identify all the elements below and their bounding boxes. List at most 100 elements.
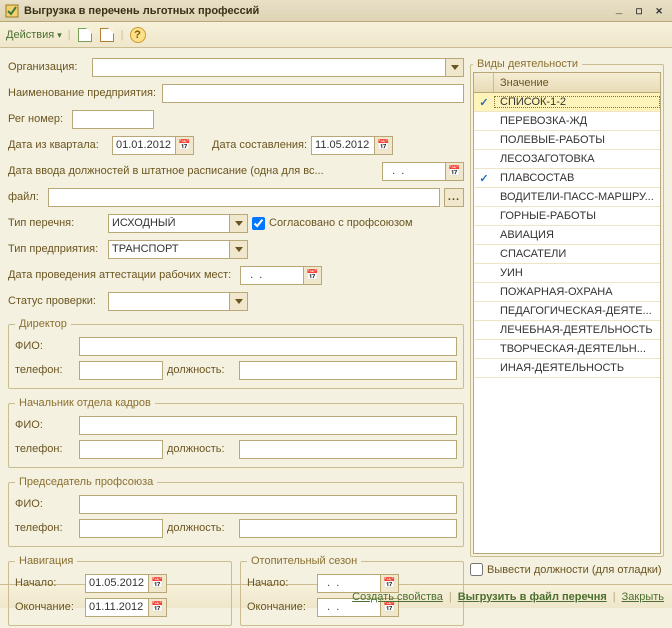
- hr-fio-input[interactable]: [79, 416, 457, 435]
- activities-row[interactable]: ПЕРЕВОЗКА-ЖД: [474, 112, 660, 131]
- activities-row[interactable]: ПОЛЕВЫЕ-РАБОТЫ: [474, 131, 660, 150]
- toolbar-icon-2[interactable]: [99, 27, 115, 43]
- director-phone-input[interactable]: [79, 361, 163, 380]
- label-reg-no: Рег номер:: [8, 113, 68, 125]
- titlebar: Выгрузка в перечень льготных профессий _…: [0, 0, 672, 22]
- hr-phone-label: телефон:: [15, 443, 75, 455]
- org-input[interactable]: [92, 58, 446, 77]
- activities-row[interactable]: ПОЖАРНАЯ-ОХРАНА: [474, 283, 660, 302]
- maximize-button[interactable]: ☐: [630, 3, 648, 19]
- activities-row[interactable]: АВИАЦИЯ: [474, 226, 660, 245]
- activities-row-check[interactable]: ✓: [474, 96, 494, 109]
- activities-row-value: ПЕРЕВОЗКА-ЖД: [494, 115, 660, 127]
- window-title: Выгрузка в перечень льготных профессий: [24, 5, 259, 17]
- hr-chief-group: Начальник отдела кадров ФИО: телефон: до…: [8, 397, 464, 468]
- toolbar-icon-1[interactable]: [77, 27, 93, 43]
- activities-row[interactable]: ЛЕЧЕБНАЯ-ДЕЯТЕЛЬНОСТЬ: [474, 321, 660, 340]
- hr-phone-input[interactable]: [79, 440, 163, 459]
- activities-row[interactable]: ✓СПИСОК-1-2: [474, 93, 660, 112]
- nav-end-label: Окончание:: [15, 601, 81, 613]
- activities-grid-header: Значение: [474, 73, 660, 93]
- file-input[interactable]: [48, 188, 440, 207]
- reg-no-input[interactable]: [72, 110, 154, 129]
- activities-row[interactable]: ИНАЯ-ДЕЯТЕЛЬНОСТЬ: [474, 359, 660, 378]
- debug-positions-checkbox[interactable]: [470, 563, 483, 576]
- activities-row[interactable]: ГОРНЫЕ-РАБОТЫ: [474, 207, 660, 226]
- label-attestation-date: Дата проведения аттестации рабочих мест:: [8, 269, 236, 281]
- navigation-group: Навигация Начало: 📅 Окончание: 📅: [8, 555, 232, 626]
- quarter-date-picker[interactable]: 📅: [176, 136, 194, 155]
- activities-header-value: Значение: [494, 77, 660, 89]
- create-properties-link[interactable]: Создать свойства: [352, 591, 443, 603]
- nav-start-input[interactable]: [85, 574, 149, 593]
- activities-row[interactable]: ПЕДАГОГИЧЕСКАЯ-ДЕЯТЕ...: [474, 302, 660, 321]
- label-compose-date: Дата составления:: [212, 139, 307, 151]
- activities-row[interactable]: ВОДИТЕЛИ-ПАСС-МАРШРУ...: [474, 188, 660, 207]
- activities-row[interactable]: ЛЕСОЗАГОТОВКА: [474, 150, 660, 169]
- activities-legend: Виды деятельности: [473, 58, 582, 70]
- check-status-dropdown[interactable]: [230, 292, 248, 311]
- activities-row-check[interactable]: ✓: [474, 172, 494, 185]
- activities-row[interactable]: ТВОРЧЕСКАЯ-ДЕЯТЕЛЬН...: [474, 340, 660, 359]
- compose-date-input[interactable]: [311, 136, 375, 155]
- union-fio-input[interactable]: [79, 495, 457, 514]
- director-position-input[interactable]: [239, 361, 457, 380]
- activities-row-value: СПИСОК-1-2: [494, 96, 660, 108]
- label-company-name: Наименование предприятия:: [8, 87, 158, 99]
- hr-chief-legend: Начальник отдела кадров: [15, 397, 155, 409]
- navigation-legend: Навигация: [15, 555, 77, 567]
- attestation-date-picker[interactable]: 📅: [304, 266, 322, 285]
- director-group: Директор ФИО: телефон: должность:: [8, 318, 464, 389]
- hr-position-input[interactable]: [239, 440, 457, 459]
- actionbar: Действия ▾ | | ?: [0, 22, 672, 48]
- activities-row-value: ПЕДАГОГИЧЕСКАЯ-ДЕЯТЕ...: [494, 305, 660, 317]
- close-button[interactable]: ✕: [650, 3, 668, 19]
- director-fio-input[interactable]: [79, 337, 457, 356]
- positions-date-picker[interactable]: 📅: [446, 162, 464, 181]
- attestation-date-input[interactable]: [240, 266, 304, 285]
- actions-menu[interactable]: Действия ▾: [6, 29, 62, 41]
- activities-grid[interactable]: Значение ✓СПИСОК-1-2ПЕРЕВОЗКА-ЖДПОЛЕВЫЕ-…: [473, 72, 661, 554]
- union-position-input[interactable]: [239, 519, 457, 538]
- activities-row-value: ЛЕЧЕБНАЯ-ДЕЯТЕЛЬНОСТЬ: [494, 324, 660, 336]
- activities-row-value: ЛЕСОЗАГОТОВКА: [494, 153, 660, 165]
- company-type-dropdown[interactable]: [230, 240, 248, 259]
- company-name-input[interactable]: [162, 84, 464, 103]
- activities-row[interactable]: ✓ПЛАВСОСТАВ: [474, 169, 660, 188]
- label-org: Организация:: [8, 61, 88, 73]
- list-type-select[interactable]: [108, 214, 230, 233]
- company-type-select[interactable]: [108, 240, 230, 259]
- activities-row-value: СПАСАТЕЛИ: [494, 248, 660, 260]
- app-icon: [4, 3, 20, 19]
- activities-row-value: ИНАЯ-ДЕЯТЕЛЬНОСТЬ: [494, 362, 660, 374]
- compose-date-picker[interactable]: 📅: [375, 136, 393, 155]
- union-phone-input[interactable]: [79, 519, 163, 538]
- org-dropdown-button[interactable]: [446, 58, 464, 77]
- list-type-dropdown[interactable]: [230, 214, 248, 233]
- nav-start-picker[interactable]: 📅: [149, 574, 167, 593]
- export-link[interactable]: Выгрузить в файл перечня: [458, 591, 607, 603]
- debug-positions-label: Вывести должности (для отладки): [487, 564, 662, 576]
- label-file: файл:: [8, 191, 44, 203]
- activities-row-value: ТВОРЧЕСКАЯ-ДЕЯТЕЛЬН...: [494, 343, 660, 355]
- hr-fio-label: ФИО:: [15, 419, 75, 431]
- nav-end-picker[interactable]: 📅: [149, 598, 167, 617]
- agreed-checkbox[interactable]: [252, 217, 265, 230]
- positions-date-input[interactable]: [382, 162, 446, 181]
- activities-row[interactable]: УИН: [474, 264, 660, 283]
- union-phone-label: телефон:: [15, 522, 75, 534]
- label-agreed: Согласовано с профсоюзом: [269, 217, 413, 229]
- activities-row-value: ПОЖАРНАЯ-ОХРАНА: [494, 286, 660, 298]
- minimize-button[interactable]: _: [610, 3, 628, 19]
- file-browse-button[interactable]: ...: [444, 188, 464, 207]
- nav-end-input[interactable]: [85, 598, 149, 617]
- close-link[interactable]: Закрыть: [622, 591, 664, 603]
- help-icon[interactable]: ?: [130, 27, 146, 43]
- quarter-date-input[interactable]: [112, 136, 176, 155]
- hr-position-label: должность:: [167, 443, 235, 455]
- activities-row[interactable]: СПАСАТЕЛИ: [474, 245, 660, 264]
- heating-legend: Отопительный сезон: [247, 555, 361, 567]
- label-positions-date: Дата ввода должностей в штатное расписан…: [8, 165, 378, 177]
- check-status-select[interactable]: [108, 292, 230, 311]
- label-list-type: Тип перечня:: [8, 217, 104, 229]
